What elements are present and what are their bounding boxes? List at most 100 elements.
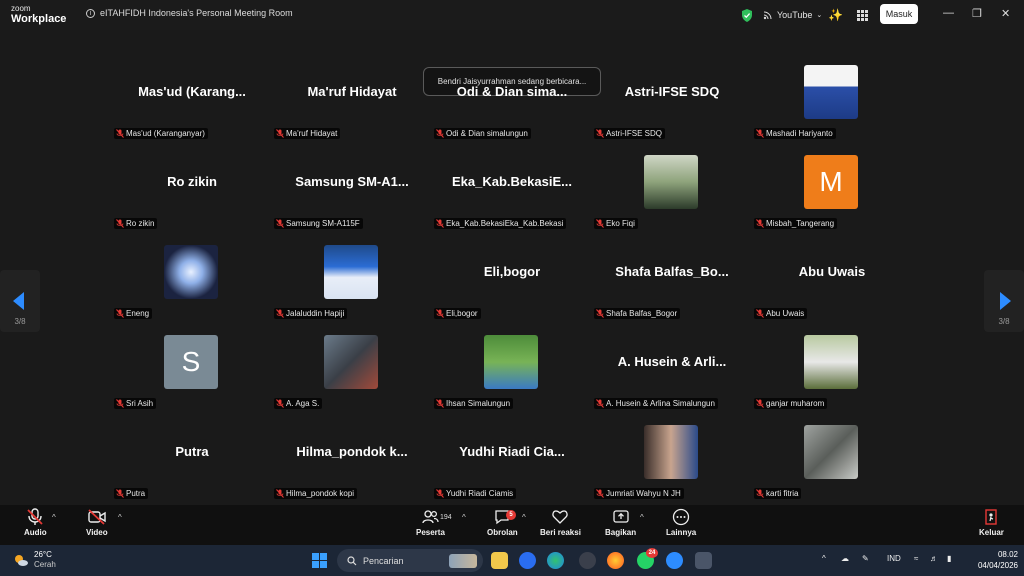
security-shield-icon[interactable] — [741, 0, 753, 30]
participant-tile[interactable]: Samsung SM-A1... Samsung SM-A115F — [272, 146, 432, 236]
participant-display-name: Ma'ruf Hidayat — [307, 83, 397, 99]
participant-name: Ihsan Simalungun — [446, 399, 511, 408]
audio-button[interactable]: Audio — [24, 508, 47, 537]
mic-muted-icon — [596, 129, 604, 138]
participant-name-tag: Mas'ud (Karanganyar) — [114, 128, 208, 139]
participant-tile[interactable]: karti fitria — [752, 416, 912, 506]
mic-muted-icon — [116, 129, 124, 138]
sign-in-button[interactable]: Masuk — [880, 4, 918, 24]
participant-name-tag: A. Aga S. — [274, 398, 323, 409]
participant-tile[interactable]: Mashadi Hariyanto — [752, 56, 912, 146]
ai-companion-icon[interactable]: ✨ — [828, 0, 843, 30]
onedrive-icon[interactable]: ☁ — [841, 554, 849, 563]
avatar-photo — [644, 425, 698, 479]
participant-name: Hilma_pondok kopi — [286, 489, 355, 498]
participants-label: Peserta — [416, 528, 445, 537]
participant-tile[interactable]: Putra Putra — [112, 416, 272, 506]
reactions-button[interactable]: Beri reaksi — [540, 508, 581, 537]
participant-tile[interactable]: Shafa Balfas_Bo... Shafa Balfas_Bogor — [592, 236, 752, 326]
chat-options-caret[interactable]: ^ — [522, 513, 526, 522]
tray-overflow-icon[interactable]: ^ — [822, 554, 826, 563]
participant-name: Misbah_Tangerang — [766, 219, 835, 228]
participant-tile[interactable]: S Sri Asih — [112, 326, 272, 416]
share-options-caret[interactable]: ^ — [640, 513, 644, 522]
leave-button[interactable]: Keluar — [979, 508, 1004, 537]
video-off-icon — [88, 509, 106, 525]
pen-icon[interactable]: ✎ — [862, 554, 869, 563]
firefox-icon[interactable] — [607, 552, 624, 569]
participants-button[interactable]: Peserta — [416, 508, 445, 537]
more-dots-icon — [672, 508, 690, 526]
participant-tile[interactable]: A. Husein & Arli... A. Husein & Arlina Si… — [592, 326, 752, 416]
participant-tile[interactable]: Eli,bogor Eli,bogor — [432, 236, 592, 326]
volume-icon[interactable]: ♬ — [930, 554, 938, 563]
participant-tile[interactable]: Jumriati Wahyu N JH — [592, 416, 752, 506]
participant-tile[interactable]: Eneng — [112, 236, 272, 326]
participant-tile[interactable]: Odi & Dian sima... Odi & Dian simalungun — [432, 56, 592, 146]
participant-name-tag: Ma'ruf Hidayat — [274, 128, 341, 139]
participant-tile[interactable]: Ro zikin Ro zikin — [112, 146, 272, 236]
zoom-app-icon[interactable] — [519, 552, 536, 569]
close-icon[interactable]: ✕ — [1001, 7, 1010, 20]
restore-icon[interactable]: ❐ — [972, 7, 982, 20]
gallery-view: Bendri Jaisyurrahman sedang berbicara...… — [0, 30, 1024, 505]
participant-tile[interactable]: Yudhi Riadi Cia... Yudhi Riadi Ciamis — [432, 416, 592, 506]
participant-tile[interactable]: A. Aga S. — [272, 326, 432, 416]
participant-display-name: A. Husein & Arli... — [617, 353, 727, 369]
mic-muted-icon — [596, 219, 604, 228]
participant-name-tag: Abu Uwais — [754, 308, 808, 319]
youtube-label: YouTube — [777, 10, 813, 20]
participant-tile[interactable]: Hilma_pondok k... Hilma_pondok kopi — [272, 416, 432, 506]
video-options-caret[interactable]: ^ — [118, 513, 122, 522]
weather-widget[interactable]: 26°C Cerah — [13, 550, 56, 570]
mic-muted-icon — [276, 129, 284, 138]
participant-tile[interactable]: Eko Fiqi — [592, 146, 752, 236]
participant-tile[interactable]: Mas'ud (Karang... Mas'ud (Karanganyar) — [112, 56, 272, 146]
participant-tile[interactable]: M Misbah_Tangerang — [752, 146, 912, 236]
participant-tile[interactable]: Ma'ruf Hidayat Ma'ruf Hidayat — [272, 56, 432, 146]
participants-options-caret[interactable]: ^ — [462, 513, 466, 522]
minimize-icon[interactable]: — — [943, 7, 954, 19]
participant-display-name: Mas'ud (Karang... — [138, 83, 246, 99]
mic-muted-icon — [276, 309, 284, 318]
participant-name-tag: Yudhi Riadi Ciamis — [434, 488, 517, 499]
broadcast-icon — [763, 11, 772, 20]
display-app-icon[interactable] — [695, 552, 712, 569]
previous-page-button[interactable]: 3/8 — [0, 270, 40, 332]
participant-name: Putra — [126, 489, 146, 498]
audio-options-caret[interactable]: ^ — [52, 513, 56, 522]
participant-name: A. Husein & Arlina Simalungun — [606, 399, 715, 408]
file-explorer-icon[interactable] — [491, 552, 508, 569]
participant-name-tag: Samsung SM-A115F — [274, 218, 363, 229]
more-button[interactable]: Lainnya — [666, 508, 696, 537]
mic-muted-icon — [596, 399, 604, 408]
participant-tile[interactable]: Abu Uwais Abu Uwais — [752, 236, 912, 326]
participant-tile[interactable]: Eka_Kab.BekasiE... Eka_Kab.BekasiEka_Kab.… — [432, 146, 592, 236]
wifi-icon[interactable]: ≈ — [914, 554, 918, 563]
battery-icon[interactable]: ▮ — [947, 554, 951, 563]
mic-muted-icon — [276, 399, 284, 408]
video-button[interactable]: Video — [86, 508, 108, 537]
youtube-stream-button[interactable]: YouTube ⌄ — [763, 0, 822, 30]
apps-grid-icon[interactable] — [857, 0, 868, 30]
avatar-photo — [324, 245, 378, 299]
participant-tile[interactable]: Jalaluddin Hapiji — [272, 236, 432, 326]
obs-icon[interactable] — [579, 552, 596, 569]
system-clock[interactable]: 08.02 04/04/2026 — [968, 549, 1018, 571]
participant-tile[interactable]: Ihsan Simalungun — [432, 326, 592, 416]
participant-tile[interactable]: ganjar muharom — [752, 326, 912, 416]
participant-display-name: Astri-IFSE SDQ — [624, 83, 720, 99]
windows-start-icon[interactable] — [312, 553, 327, 573]
participant-display-name: Abu Uwais — [798, 263, 866, 279]
language-indicator[interactable]: IND — [887, 554, 901, 563]
share-screen-icon — [612, 510, 629, 523]
taskbar-search[interactable]: Pencarian — [337, 549, 483, 572]
next-page-button[interactable]: 3/8 — [984, 270, 1024, 332]
participant-display-name: Hilma_pondok k... — [296, 443, 408, 459]
zoom-meeting-icon[interactable] — [666, 552, 683, 569]
meeting-info[interactable]: i eITAHFIDH Indonesia's Personal Meeting… — [86, 8, 293, 18]
participant-tile[interactable]: Astri-IFSE SDQ Astri-IFSE SDQ — [592, 56, 752, 146]
info-icon[interactable]: i — [86, 8, 95, 18]
edge-browser-icon[interactable] — [547, 552, 564, 569]
share-button[interactable]: Bagikan — [605, 508, 636, 537]
